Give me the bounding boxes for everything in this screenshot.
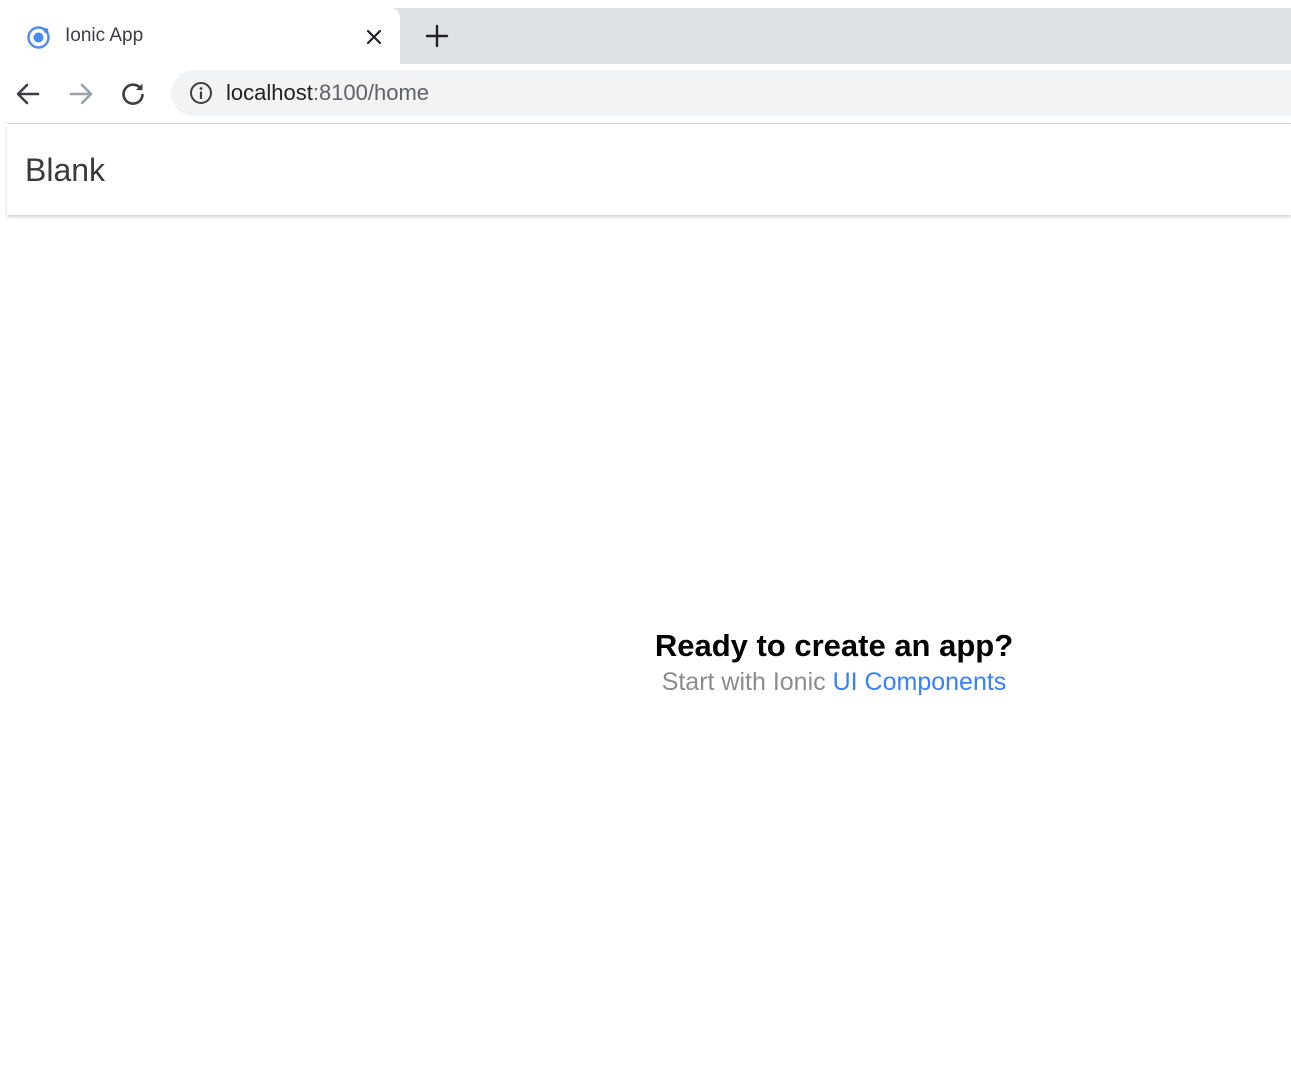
page-title: Blank <box>25 152 106 188</box>
browser-tab-active[interactable]: Ionic App <box>7 8 400 64</box>
empty-state-headline: Ready to create an app? <box>654 628 1014 663</box>
address-bar[interactable]: localhost:8100/home <box>171 70 1291 116</box>
plus-icon[interactable] <box>424 23 450 49</box>
ui-components-link[interactable]: UI Components <box>833 668 1007 696</box>
browser-tab-strip: Ionic App <box>7 8 1291 64</box>
empty-state-subline: Start with Ionic UI Components <box>584 666 1084 698</box>
ionic-logo-icon <box>26 25 51 50</box>
arrow-left-icon[interactable] <box>14 80 42 108</box>
empty-state-container: Ready to create an app? Start with Ionic… <box>584 626 1084 698</box>
tab-title: Ionic App <box>65 25 144 46</box>
reload-icon[interactable] <box>119 80 147 108</box>
info-icon[interactable] <box>189 81 213 105</box>
url-text[interactable]: localhost:8100/home <box>226 81 429 105</box>
app-content: Ready to create an app? Start with Ionic… <box>7 217 1291 1086</box>
url-path: :8100/home <box>312 80 430 105</box>
arrow-right-icon[interactable] <box>67 80 95 108</box>
url-host: localhost <box>226 80 313 105</box>
browser-toolbar: localhost:8100/home <box>7 64 1291 124</box>
subline-prefix: Start with Ionic <box>661 668 833 696</box>
app-header: Blank <box>7 124 1291 215</box>
close-icon[interactable] <box>363 26 385 48</box>
